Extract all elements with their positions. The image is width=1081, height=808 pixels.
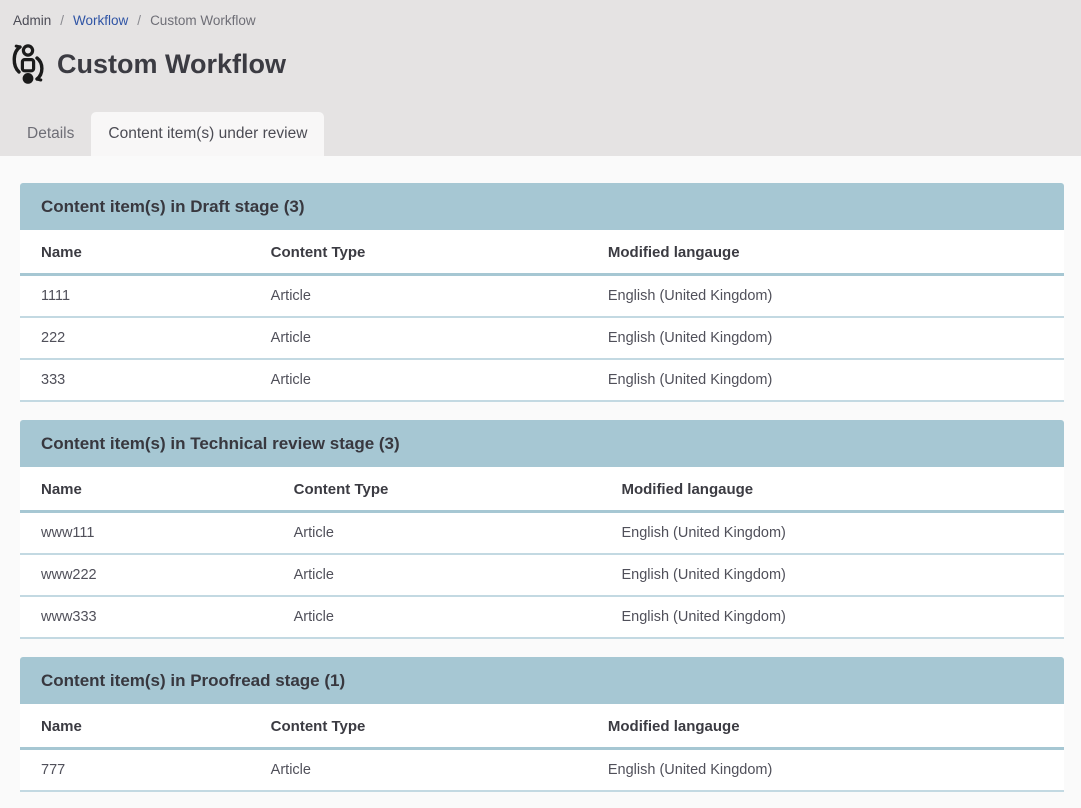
stage-section-technical-review: Content item(s) in Technical review stag…: [20, 420, 1064, 639]
table-row: 333 Article English (United Kingdom): [20, 359, 1064, 401]
cell-modified-language: English (United Kingdom): [587, 749, 1064, 792]
column-header-content-type: Content Type: [273, 467, 601, 512]
breadcrumb: Admin / Workflow / Custom Workflow: [0, 0, 1081, 28]
column-header-name: Name: [20, 467, 273, 512]
cell-modified-language: English (United Kingdom): [600, 596, 1064, 638]
cell-modified-language: English (United Kingdom): [600, 512, 1064, 555]
table-row: www111 Article English (United Kingdom): [20, 512, 1064, 555]
tab-bar: Details Content item(s) under review: [10, 112, 324, 156]
breadcrumb-item-admin: Admin: [13, 13, 51, 28]
table-row: 1111 Article English (United Kingdom): [20, 275, 1064, 318]
workflow-icon: [8, 43, 46, 85]
table-row: 777 Article English (United Kingdom): [20, 749, 1064, 792]
cell-name: 333: [20, 359, 250, 401]
cell-name: www111: [20, 512, 273, 555]
breadcrumb-item-workflow[interactable]: Workflow: [73, 13, 128, 28]
table-row: www222 Article English (United Kingdom): [20, 554, 1064, 596]
cell-name: 1111: [20, 275, 250, 318]
stage-section-title: Content item(s) in Proofread stage (1): [20, 657, 1064, 704]
page-title: Custom Workflow: [57, 49, 286, 80]
breadcrumb-separator: /: [137, 13, 141, 28]
tab-content-items-under-review[interactable]: Content item(s) under review: [91, 112, 324, 156]
cell-content-type: Article: [273, 596, 601, 638]
table-header-row: Name Content Type Modified langauge: [20, 467, 1064, 512]
stage-section-title: Content item(s) in Technical review stag…: [20, 420, 1064, 467]
page-header: Admin / Workflow / Custom Workflow Custo…: [0, 0, 1081, 156]
cell-content-type: Article: [273, 554, 601, 596]
column-header-modified-language: Modified langauge: [587, 704, 1064, 749]
column-header-name: Name: [20, 230, 250, 275]
stage-section-title: Content item(s) in Draft stage (3): [20, 183, 1064, 230]
table-row: 222 Article English (United Kingdom): [20, 317, 1064, 359]
stage-table-technical-review: Name Content Type Modified langauge www1…: [20, 467, 1064, 639]
cell-content-type: Article: [250, 749, 587, 792]
table-header-row: Name Content Type Modified langauge: [20, 230, 1064, 275]
stage-section-draft: Content item(s) in Draft stage (3) Name …: [20, 183, 1064, 402]
table-header-row: Name Content Type Modified langauge: [20, 704, 1064, 749]
tab-details[interactable]: Details: [10, 112, 91, 156]
stage-table-proofread: Name Content Type Modified langauge 777 …: [20, 704, 1064, 792]
cell-name: 777: [20, 749, 250, 792]
column-header-name: Name: [20, 704, 250, 749]
stage-section-proofread: Content item(s) in Proofread stage (1) N…: [20, 657, 1064, 792]
cell-modified-language: English (United Kingdom): [587, 317, 1064, 359]
cell-content-type: Article: [250, 359, 587, 401]
column-header-content-type: Content Type: [250, 704, 587, 749]
cell-name: 222: [20, 317, 250, 359]
stage-table-draft: Name Content Type Modified langauge 1111…: [20, 230, 1064, 402]
column-header-modified-language: Modified langauge: [600, 467, 1064, 512]
cell-modified-language: English (United Kingdom): [587, 359, 1064, 401]
breadcrumb-item-custom-workflow: Custom Workflow: [150, 13, 256, 28]
cell-name: www222: [20, 554, 273, 596]
cell-modified-language: English (United Kingdom): [587, 275, 1064, 318]
cell-content-type: Article: [250, 275, 587, 318]
cell-content-type: Article: [273, 512, 601, 555]
tab-panel-content-under-review: Content item(s) in Draft stage (3) Name …: [0, 156, 1081, 808]
breadcrumb-separator: /: [60, 13, 64, 28]
title-row: Custom Workflow: [0, 43, 1081, 85]
cell-content-type: Article: [250, 317, 587, 359]
column-header-content-type: Content Type: [250, 230, 587, 275]
column-header-modified-language: Modified langauge: [587, 230, 1064, 275]
cell-name: www333: [20, 596, 273, 638]
table-row: www333 Article English (United Kingdom): [20, 596, 1064, 638]
cell-modified-language: English (United Kingdom): [600, 554, 1064, 596]
